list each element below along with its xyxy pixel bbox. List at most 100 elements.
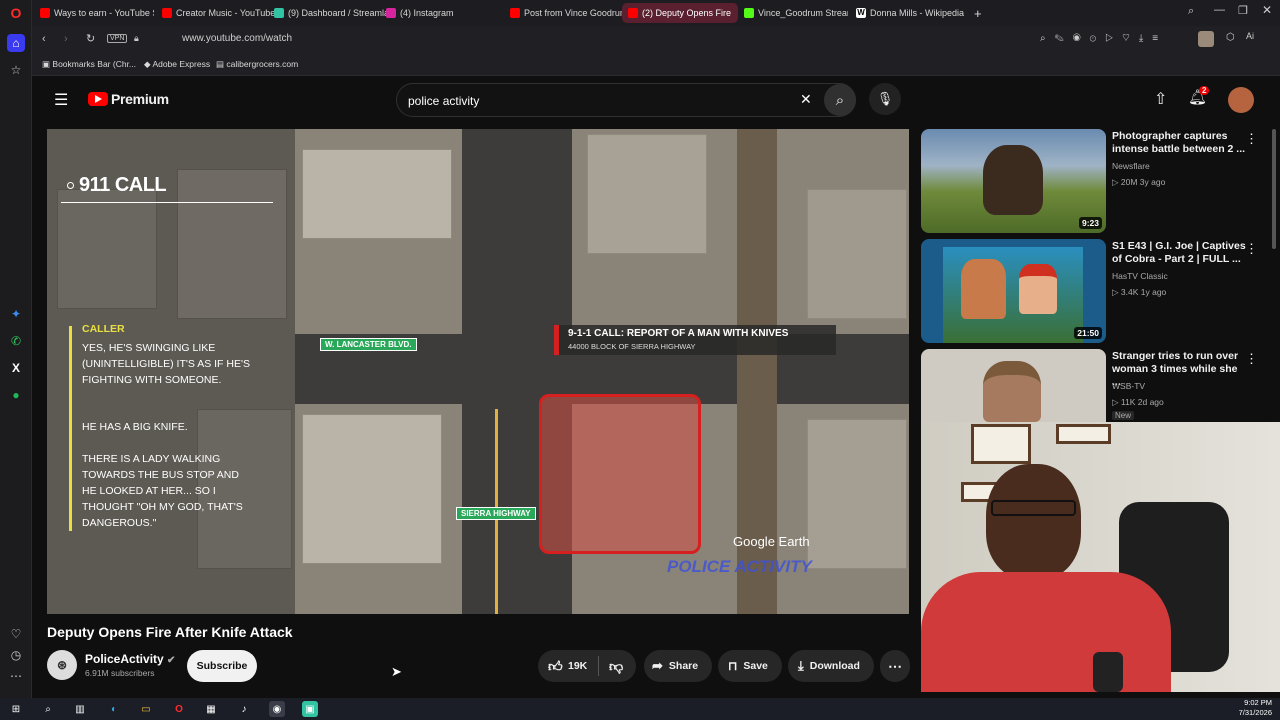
recommendation-item[interactable]: Stranger tries to run over woman 3 times… [921,349,1266,422]
tab[interactable]: (9) Dashboard / Streamlab [268,3,386,23]
tab-active[interactable]: (2) Deputy Opens Fire [622,3,738,23]
search-icon[interactable]: ⌕ [40,701,56,717]
caller-label: CALLER [82,323,125,335]
spotify-icon[interactable]: ● [7,386,25,404]
wall-frame [971,424,1031,464]
tab[interactable]: W Donna Mills - Wikipedia [850,3,968,23]
tab[interactable]: Vince_Goodrum Stream - [738,3,848,23]
subscribe-button[interactable]: Subscribe [187,650,257,682]
channel-avatar[interactable]: ⊛ [47,650,77,680]
save-button[interactable]: ⊓ Save [718,650,782,682]
back-icon[interactable]: ‹ [42,33,46,45]
video-thumbnail[interactable]: 9:23 [921,129,1106,233]
video-thumbnail[interactable] [921,349,1106,422]
lock-icon[interactable]: 🔒︎ [134,33,139,44]
clock-time[interactable]: 9:02 PM [1222,698,1272,707]
windows-start-icon[interactable]: ⊞ [8,701,24,717]
bookmark-icon: ⊓ [728,659,738,673]
forward-icon[interactable]: › [64,33,68,45]
home-icon[interactable]: ⌂ [7,34,25,52]
toolbar-icons[interactable]: ⌕✎◉⊙▷♡⤓≡ [1040,33,1167,44]
search-input[interactable]: police activity [408,94,479,108]
bookmarks-bar: ▣ Bookmarks Bar (Chr... ◆ Adobe Express … [32,54,1280,76]
upload-icon[interactable]: ⇧ [1154,89,1167,109]
history-icon[interactable]: ◷ [7,646,25,664]
download-icon: ⤓ [798,658,804,673]
recommendation-meta: ▷ 3.4K 1y ago [1112,287,1167,297]
search-tabs-icon[interactable]: ⌕ [1188,5,1194,18]
thumbnail-image [983,361,1041,422]
tab[interactable]: Ways to earn - YouTube S [34,3,154,23]
map-building [302,149,452,239]
tiktok-icon[interactable]: ♪ [236,701,252,717]
recommendation-title[interactable]: S1 E43 | G.I. Joe | Captives of Cobra - … [1112,240,1247,266]
youtube-logo[interactable]: Premium [88,91,169,107]
close-window-icon[interactable]: ✕ [1262,3,1272,17]
tab[interactable]: (4) Instagram [380,3,500,23]
channel-name[interactable]: PoliceActivity ✔︎ [85,652,175,666]
more-icon[interactable]: ⋯ [7,667,25,685]
map-building [807,419,907,569]
maximize-icon[interactable]: ❐ [1238,4,1248,17]
reload-icon[interactable]: ↻ [86,32,95,45]
thumbnail-figure [1019,264,1057,314]
instagram-icon [386,8,396,18]
bookmark-item[interactable]: ◆ Adobe Express [144,59,210,70]
share-button[interactable]: ➦ Share [644,650,712,682]
search-icon[interactable]: ⌕ [824,84,856,116]
account-avatar[interactable] [1228,87,1254,113]
opera-icon[interactable]: O [171,701,187,717]
clear-search-icon[interactable]: ✕ [800,91,812,108]
recommendation-item[interactable]: 9:23 Photographer captures intense battl… [921,129,1266,235]
bookmark-item[interactable]: ▣ Bookmarks Bar (Chr... [42,59,136,70]
download-button[interactable]: ⤓ Download [788,650,874,682]
recommendation-item[interactable]: 21:50 S1 E43 | G.I. Joe | Captives of Co… [921,239,1266,345]
map-building [177,169,287,319]
microphone-icon[interactable]: 🎙︎ [869,83,901,115]
pin-icon[interactable]: ☆ [7,61,25,79]
recommendation-channel[interactable]: Newsflare [1112,161,1150,171]
x-twitter-icon[interactable]: X [7,359,25,377]
new-badge: New [1112,411,1135,420]
video-player[interactable]: 911 CALL CALLER YES, HE'S SWINGING LIKE … [47,129,909,614]
thumbs-down-icon[interactable]: 👎︎ [609,658,623,675]
whatsapp-icon[interactable]: ✆ [7,332,25,350]
minimize-icon[interactable]: — [1214,4,1225,16]
extensions-icon[interactable]: ⬡ [1226,32,1235,43]
file-explorer-icon[interactable]: ▭ [138,701,154,717]
tab[interactable]: Post from Vince Goodrum [504,3,622,23]
map-building [302,414,442,564]
bookmark-item[interactable]: ▤ calibergrocers.com [216,59,298,70]
ai-button[interactable]: Ai [1246,31,1254,41]
vpn-badge[interactable]: VPN [107,34,128,43]
thumbs-up-icon[interactable]: 👍︎ [548,658,563,675]
video-thumbnail[interactable]: 21:50 [921,239,1106,343]
recommendation-channel[interactable]: WSB-TV [1112,381,1145,391]
more-options-icon[interactable]: ⋮ [1245,241,1258,257]
obs-icon[interactable]: ◉ [269,701,285,717]
url-field[interactable]: www.youtube.com/watch [182,33,292,44]
edge-icon[interactable]: ◐ [106,701,122,717]
opera-logo-icon[interactable]: O [7,4,25,22]
task-view-icon[interactable]: ▥ [72,701,88,717]
more-options-icon[interactable]: ⋮ [1245,351,1258,367]
recommendation-channel[interactable]: HasTV Classic [1112,271,1168,281]
store-icon[interactable]: ▦ [203,701,219,717]
more-options-icon[interactable]: ⋮ [1245,131,1258,147]
more-actions-icon[interactable]: ⋯ [880,650,910,682]
new-tab-button[interactable]: + [968,3,988,23]
profile-avatar[interactable] [1198,31,1214,47]
tab[interactable]: Creator Music - YouTube S [156,3,276,23]
thumbnail-figure [961,259,1006,319]
streamlabs-icon[interactable]: ▣ [302,701,318,717]
search-box[interactable]: police activity ✕ ⌕ [396,83,856,117]
menu-icon[interactable]: ☰ [54,90,68,110]
like-count[interactable]: 19K [568,660,587,672]
clock-date[interactable]: 7/31/2026 [1222,708,1272,717]
scrollbar[interactable] [1272,129,1276,249]
address-bar: ‹ › ↻ VPN 🔒︎ www.youtube.com/watch ⌕✎◉⊙▷… [32,26,1280,54]
youtube-icon [40,8,50,18]
heart-icon[interactable]: ♡ [7,625,25,643]
messenger-icon[interactable]: ✦ [7,305,25,323]
recommendation-title[interactable]: Photographer captures intense battle bet… [1112,130,1247,156]
